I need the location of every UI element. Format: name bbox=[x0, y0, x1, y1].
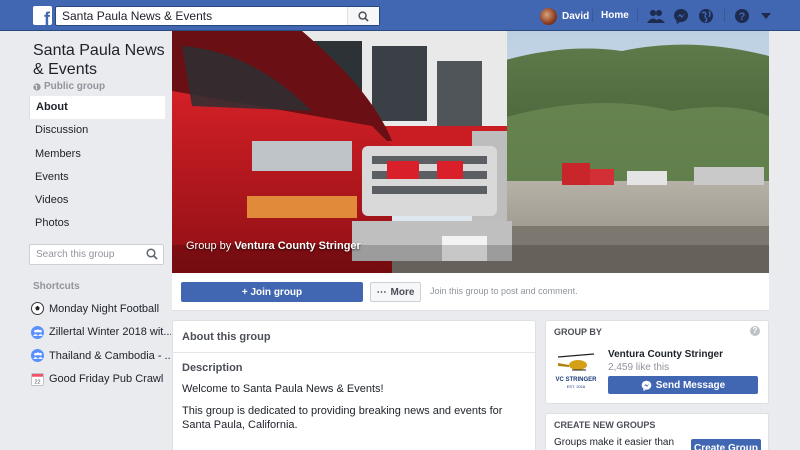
messenger-icon bbox=[641, 380, 652, 391]
divider bbox=[637, 9, 638, 22]
privacy-label: Public group bbox=[33, 81, 105, 92]
join-group-button[interactable]: + Join group bbox=[181, 282, 363, 302]
sidebar-item-members[interactable]: Members bbox=[29, 143, 165, 166]
group-icon bbox=[31, 349, 44, 363]
more-button[interactable]: ⋯ More bbox=[370, 282, 421, 302]
search-icon[interactable] bbox=[146, 248, 158, 260]
shortcut-label: Good Friday Pub Crawl bbox=[49, 373, 164, 386]
create-groups-heading: CREATE NEW GROUPS bbox=[554, 420, 656, 430]
search-icon bbox=[358, 10, 369, 22]
chevron-down-icon[interactable] bbox=[757, 7, 775, 25]
create-group-button[interactable]: Create Group bbox=[691, 439, 761, 450]
page-likes: 2,459 like this bbox=[608, 362, 670, 373]
group-by-heading: GROUP BY bbox=[554, 327, 602, 337]
join-hint-text: Join this group to post and comment. bbox=[430, 286, 578, 296]
global-search[interactable] bbox=[55, 6, 380, 26]
soccer-ball-icon bbox=[31, 302, 44, 316]
create-groups-text: Groups make it easier than bbox=[554, 437, 675, 448]
sidebar-item-photos[interactable]: Photos bbox=[29, 212, 165, 235]
cover-photo[interactable]: Group by Ventura County Stringer bbox=[172, 31, 769, 273]
friend-requests-icon[interactable] bbox=[647, 7, 665, 25]
shortcut-label: Monday Night Football bbox=[49, 302, 160, 315]
group-search-input[interactable] bbox=[30, 245, 140, 264]
facebook-logo-icon[interactable]: f bbox=[33, 6, 52, 25]
send-message-button[interactable]: Send Message bbox=[608, 376, 758, 394]
page-logo[interactable]: VC STRINGER EST. 2016 bbox=[554, 351, 598, 395]
shortcut-item[interactable]: Zillertal Winter 2018 wit... bbox=[31, 321, 171, 345]
group-title[interactable]: Santa Paula News & Events bbox=[33, 41, 168, 79]
about-card: About this group Description Welcome to … bbox=[172, 320, 536, 450]
create-groups-card: CREATE NEW GROUPS Groups make it easier … bbox=[545, 413, 769, 450]
page-name-link[interactable]: Ventura County Stringer bbox=[608, 349, 723, 360]
top-navigation-bar: f David Home ? bbox=[0, 0, 800, 31]
cover-caption: Group by Ventura County Stringer bbox=[186, 240, 361, 252]
avatar bbox=[540, 7, 557, 25]
cover-image bbox=[172, 31, 769, 273]
globe-icon bbox=[33, 82, 41, 91]
group-icon bbox=[31, 325, 44, 339]
help-icon[interactable]: ? bbox=[733, 7, 751, 25]
logo-subtext: EST. 2016 bbox=[567, 384, 586, 389]
sidebar-item-about[interactable]: About bbox=[29, 96, 165, 120]
global-search-input[interactable] bbox=[56, 7, 346, 25]
shortcut-item[interactable]: 22 Good Friday Pub Crawl bbox=[31, 368, 171, 392]
group-search[interactable] bbox=[29, 244, 164, 265]
home-link[interactable]: Home bbox=[601, 10, 629, 21]
shortcut-label: Thailand & Cambodia - ... bbox=[49, 349, 171, 362]
group-sidebar-nav: About Discussion Members Events Videos P… bbox=[29, 96, 165, 236]
profile-name: David bbox=[562, 10, 590, 22]
group-action-bar: + Join group ⋯ More Join this group to p… bbox=[172, 273, 769, 311]
logo-text: VC STRINGER bbox=[555, 377, 597, 383]
calendar-icon: 22 bbox=[31, 372, 44, 386]
divider bbox=[724, 9, 725, 22]
question-mark-icon[interactable]: ? bbox=[750, 326, 760, 336]
shortcut-label: Zillertal Winter 2018 wit... bbox=[49, 326, 171, 339]
svg-text:22: 22 bbox=[34, 379, 40, 384]
notifications-globe-icon[interactable] bbox=[697, 7, 715, 25]
shortcut-item[interactable]: Monday Night Football bbox=[31, 297, 171, 321]
more-label: More bbox=[390, 286, 415, 298]
messenger-icon[interactable] bbox=[672, 7, 690, 25]
sidebar-item-videos[interactable]: Videos bbox=[29, 189, 165, 212]
description-paragraph: Welcome to Santa Paula News & Events! bbox=[182, 383, 384, 395]
send-message-label: Send Message bbox=[655, 379, 726, 391]
description-heading: Description bbox=[182, 362, 243, 374]
cover-caption-prefix: Group by bbox=[186, 240, 232, 252]
search-button[interactable] bbox=[347, 7, 379, 25]
about-card-heading: About this group bbox=[173, 321, 535, 353]
sidebar-item-discussion[interactable]: Discussion bbox=[29, 119, 165, 142]
cover-author-link[interactable]: Ventura County Stringer bbox=[234, 240, 361, 252]
svg-text:?: ? bbox=[739, 11, 746, 23]
profile-link[interactable]: David bbox=[540, 7, 589, 25]
sidebar-item-events[interactable]: Events bbox=[29, 166, 165, 189]
ellipsis-icon: ⋯ bbox=[376, 286, 387, 298]
privacy-text: Public group bbox=[44, 81, 106, 92]
shortcuts-heading: Shortcuts bbox=[33, 281, 80, 292]
divider bbox=[592, 9, 593, 22]
description-paragraph: This group is dedicated to providing bre… bbox=[182, 405, 503, 431]
helicopter-logo-icon: VC STRINGER EST. 2016 bbox=[555, 353, 597, 389]
shortcuts-list: Monday Night Football Zillertal Winter 2… bbox=[31, 297, 171, 391]
shortcut-item[interactable]: Thailand & Cambodia - ... bbox=[31, 344, 171, 368]
group-by-card: GROUP BY ? VC STRINGER EST. 2016 Ventura… bbox=[545, 320, 769, 404]
